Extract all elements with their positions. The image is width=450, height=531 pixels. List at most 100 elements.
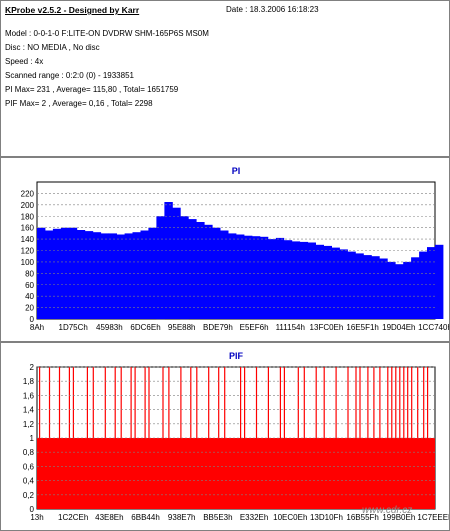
y-tick-label: 200 [21,201,35,210]
y-tick-label: 140 [21,235,35,244]
pif-peak-bar [303,367,305,509]
x-tick-label: 10EC0Eh [273,513,307,522]
pif-peak-bar [387,367,389,509]
pi-bar [395,264,404,319]
x-tick-label: 19D04Eh [382,323,415,332]
x-tick-label: 1CC740h [418,323,449,332]
pi-bar [52,228,62,319]
pif-peak-bar [39,367,41,509]
pi-bar [100,233,110,319]
pif-peak-bar [283,367,285,509]
x-tick-label: 1C2CEh [58,513,88,522]
x-tick-label: 1D75Ch [59,323,88,332]
pi-bar [379,258,388,319]
pi-bar [427,247,436,319]
pi-bar [323,245,332,319]
pi-bar [331,247,340,319]
pi-bar [387,261,396,319]
pi-chart: PI0204060801001201401601802002208Ah 1D75C… [21,166,449,332]
model-line: Model : 0-0-1-0 F:LITE-ON DVDRW SHM-165P… [5,29,209,38]
pi-bar [140,230,149,319]
pi-bar [220,230,229,319]
chart-title: PI [232,166,241,176]
pi-chart-panel: PI 0 20 40 60 80 100 120 140 160 180 200 220 8Ah 1D75C… [0,157,450,342]
pi-bar [251,236,261,319]
pif-chart: PIF00,20,40,60,811,21,41,61,8213h 1C2CEh 4… [23,351,449,522]
pi-bar [45,230,54,319]
pi-bar [172,207,181,319]
y-tick-label: 1,4 [23,406,35,415]
pi-bar [275,237,285,319]
pi-bar [116,234,125,319]
app-title: KProbe v2.5.2 - Designed by Karr [5,5,140,15]
pif-peak-bar [403,367,405,509]
pi-bar [196,222,205,319]
y-tick-label: 220 [21,189,35,198]
y-tick-label: 0,4 [23,477,35,486]
x-tick-label: 111154h [276,323,305,332]
pi-bar [228,233,237,319]
pi-bar [124,233,133,319]
y-tick-label: 20 [25,304,34,313]
y-tick-label: 80 [25,269,34,278]
pi-bar [108,233,117,319]
x-tick-label: BDE79h [203,323,233,332]
x-tick-label: 16E5F1h [346,323,378,332]
y-tick-label: 180 [21,212,35,221]
pi-bar [267,239,277,319]
y-tick-label: 1,2 [23,420,35,429]
pi-bar [92,232,102,319]
pif-peak-bar [423,367,425,509]
pif-chart-panel: PIF 0 0,2 0,4 0,6 0,8 1 1,2 1,4 1,6 1,8 2 13h 1C2CEh 4… [0,342,450,531]
pif-peak-bar [279,367,281,509]
pif-peak-bar [359,367,361,509]
pif-peak-bar [255,367,258,509]
pif-peak-bar [391,367,393,509]
pif-peak-bar [58,367,61,509]
y-tick-label: 1 [30,434,35,443]
pif-peak-bar [427,367,429,509]
y-tick-label: 2 [30,363,35,372]
pi-bar [132,232,141,319]
x-tick-label: 45983h [96,323,123,332]
pif-peak-bar [315,367,317,509]
pi-bar [283,240,293,319]
pif-peak-bar [411,367,413,509]
pi-bar [339,249,348,319]
info-panel: KProbe v2.5.2 - Designed by Karr Date : … [0,0,450,157]
pif-peak-bar [355,367,357,509]
y-tick-label: 60 [25,281,34,290]
pi-bar [244,235,253,319]
x-tick-label: 6BB44h [131,513,159,522]
pif-peak-bar [407,367,409,509]
pif-peak-bar [399,367,401,509]
x-tick-label: 13h [30,513,43,522]
pi-bar [156,216,165,320]
x-tick-label: 6DC6Eh [130,323,160,332]
pi-bar [371,256,380,319]
pif-peak-bar [335,367,337,509]
scan-date: Date : 18.3.2006 16:18:23 [226,5,319,14]
x-tick-label: 938E7h [168,513,196,522]
pi-bar [188,219,197,319]
pi-bar [435,244,444,319]
pif-peak-bar [379,367,381,509]
y-tick-label: 100 [21,258,35,267]
chart-title: PIF [229,351,244,361]
x-tick-label: 8Ah [30,323,44,332]
y-tick-label: 0,8 [23,448,35,457]
scanned-range-line: Scanned range : 0:2:0 (0) - 1933851 [5,71,134,80]
y-tick-label: 120 [21,247,35,256]
watermark: www.cdr.cz [362,505,413,516]
x-tick-label: BB5E3h [203,513,232,522]
pi-bar [236,234,245,319]
disc-line: Disc : NO MEDIA , No disc [5,43,100,52]
pi-bar [180,216,189,320]
pif-peak-bar [323,367,325,509]
x-tick-label: 95E88h [168,323,196,332]
pif-peak-bar [395,367,397,509]
pi-bar [164,202,173,319]
x-tick-label: 1C7EEEh [417,513,449,522]
y-tick-label: 0,2 [23,491,35,500]
x-tick-label: 13D10Fh [310,513,343,522]
